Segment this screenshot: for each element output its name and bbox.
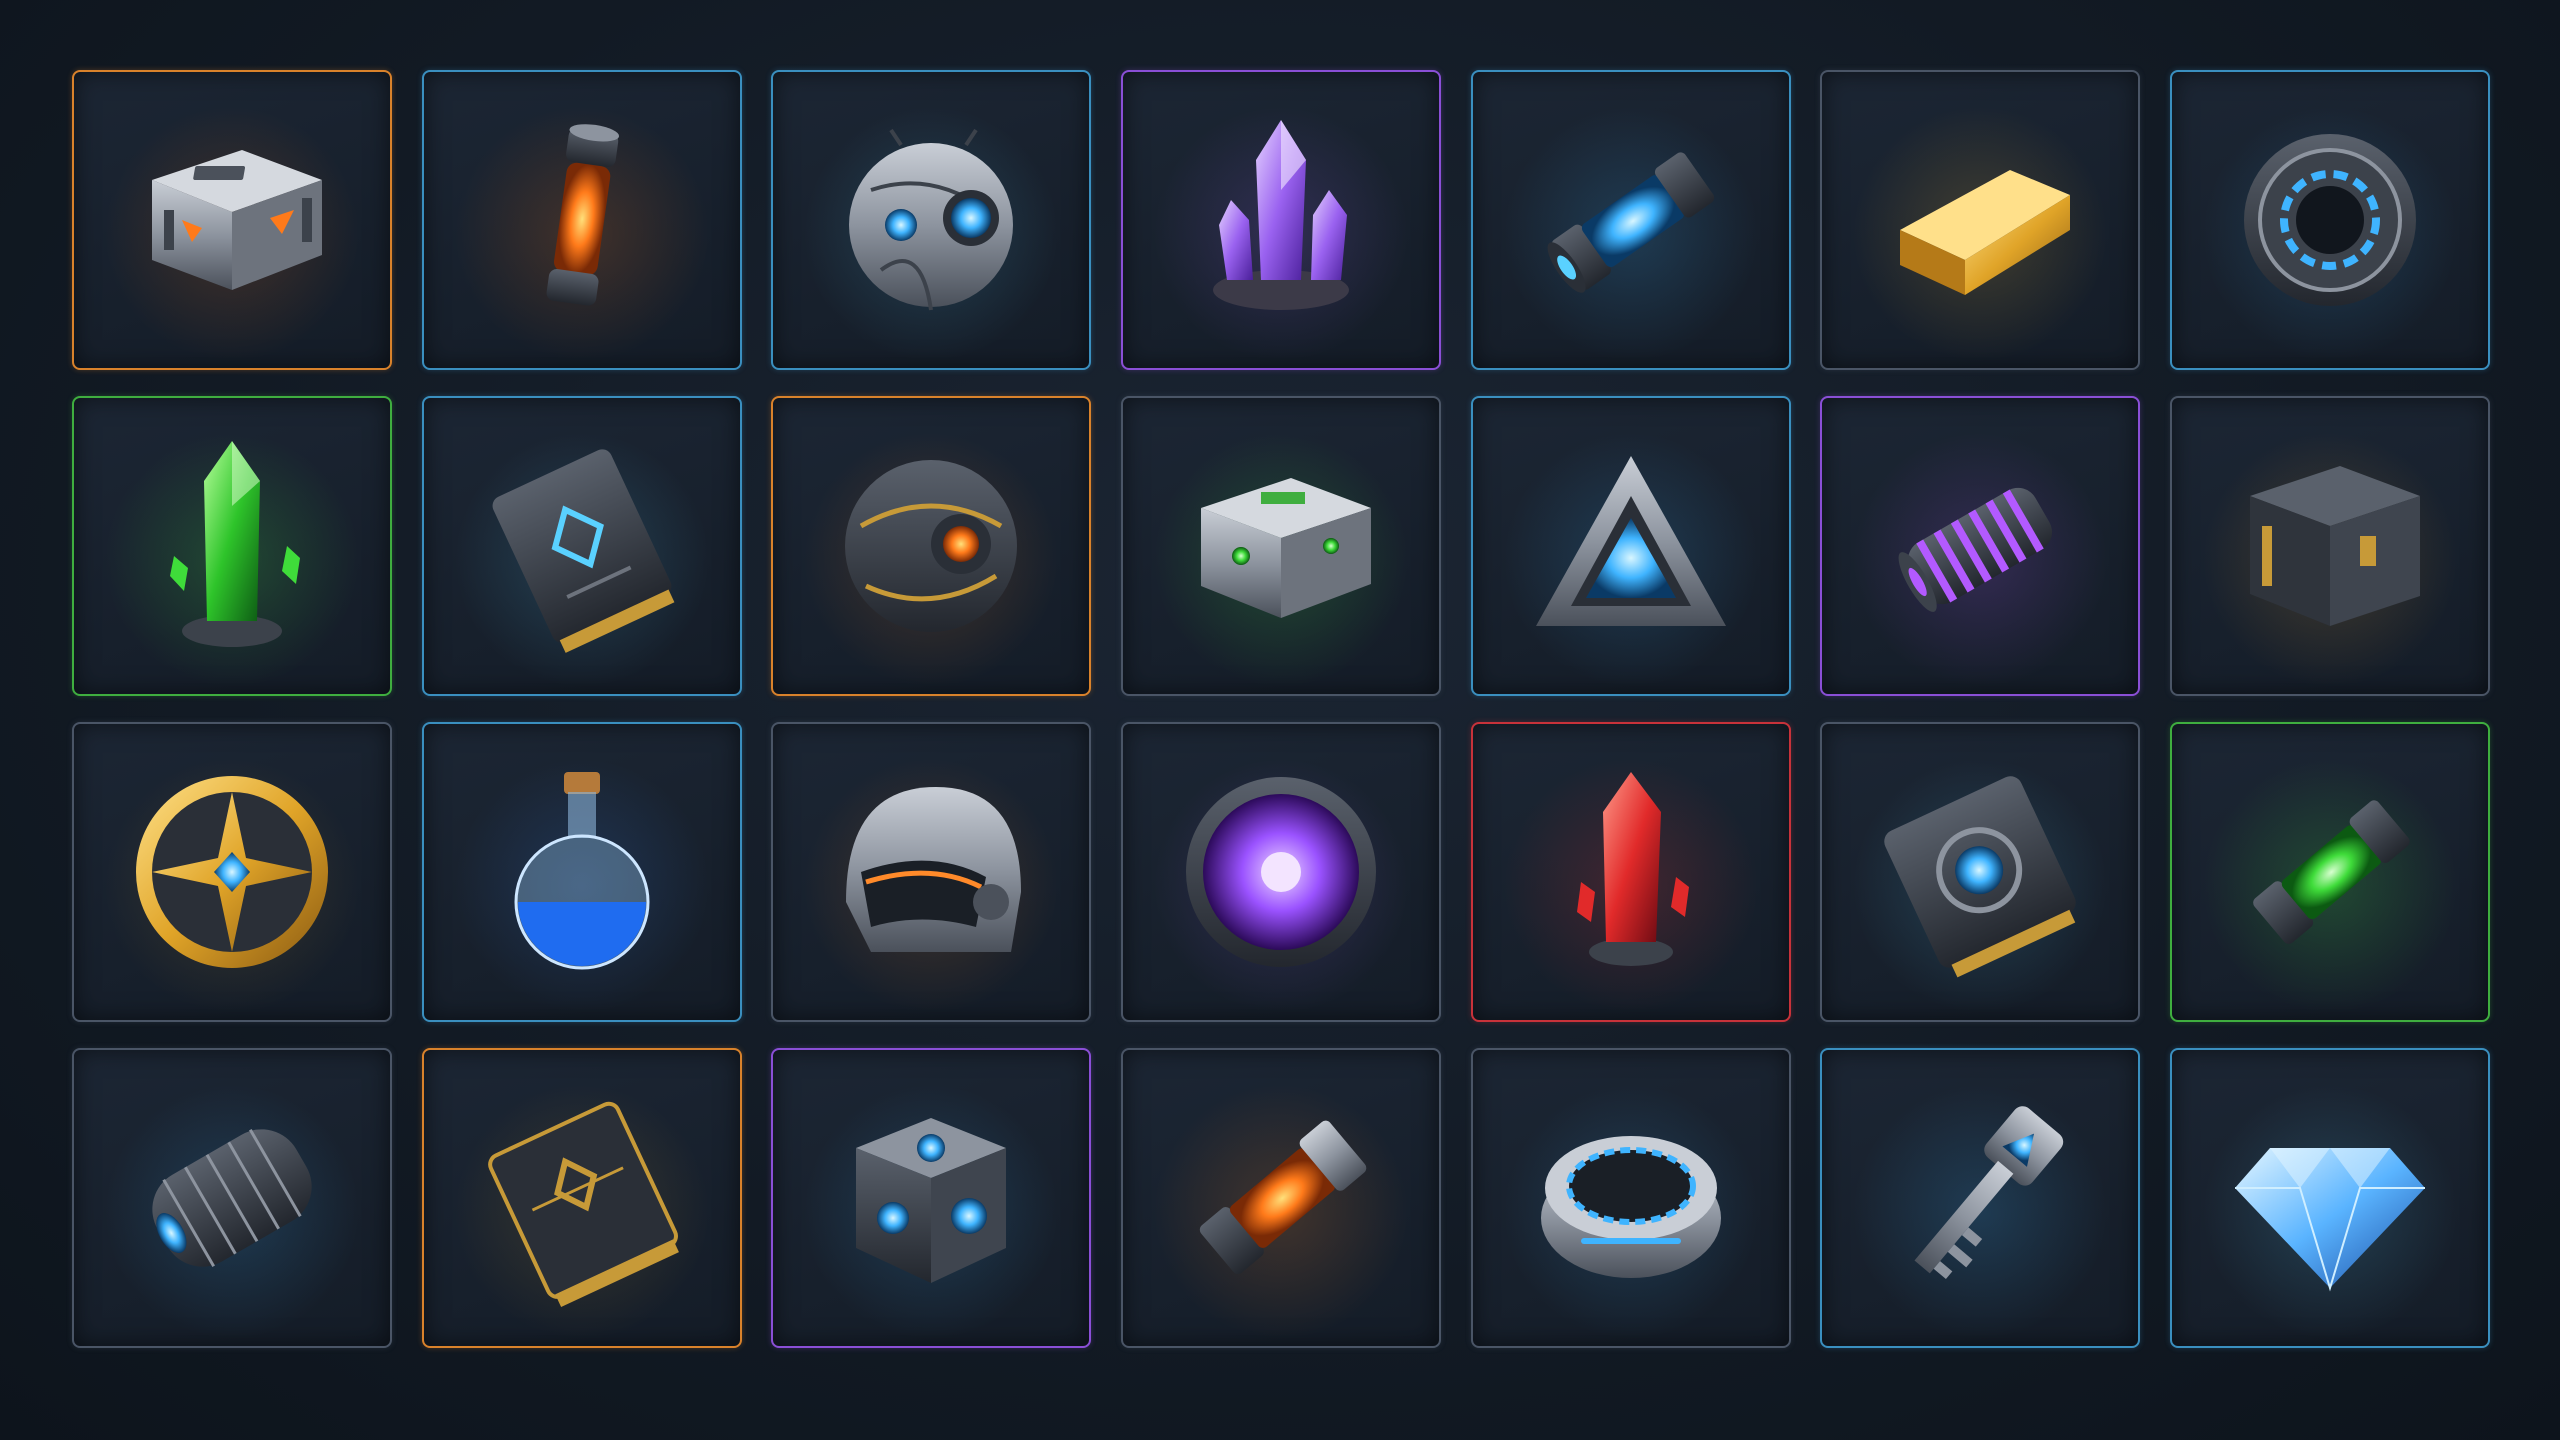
helmet-icon [846, 787, 1022, 952]
slot-data-chip[interactable] [421, 396, 742, 696]
blue-diamond-icon [2235, 1148, 2426, 1292]
slot-green-crystal[interactable] [72, 396, 392, 696]
scrap-capsule-icon [152, 1128, 312, 1268]
slot-blue-disc[interactable] [1470, 1048, 1791, 1348]
slot-blue-potion[interactable] [421, 722, 742, 1022]
supply-crate-icon [152, 150, 322, 290]
circuit-chip-icon [1884, 776, 2077, 978]
slot-void-orb[interactable] [1121, 722, 1442, 1022]
core-orb-icon [845, 460, 1018, 632]
slot-portal-ring[interactable] [2170, 70, 2491, 370]
slot-supply-crate[interactable] [72, 70, 392, 370]
slot-gold-keycard[interactable] [421, 1048, 742, 1348]
slot-compass-medallion[interactable] [72, 722, 392, 1022]
void-orb-icon [1186, 777, 1377, 967]
slot-scrap-capsule[interactable] [72, 1048, 392, 1348]
blue-energy-canister-icon [1547, 152, 1714, 293]
slot-dark-cube-crate[interactable] [2170, 396, 2491, 696]
slot-access-key[interactable] [1820, 1048, 2141, 1348]
slot-triangle-beacon[interactable] [1470, 396, 1791, 696]
orange-fuel-cell-icon [1199, 1120, 1367, 1275]
tech-chest-icon [1201, 478, 1372, 618]
purple-crystal-icon [1213, 120, 1350, 310]
gold-bar-icon [1900, 170, 2071, 295]
power-cube-icon [856, 1118, 1007, 1283]
portal-ring-icon [2244, 134, 2417, 306]
inventory-grid [72, 70, 2491, 1348]
triangle-beacon-icon [1535, 456, 1726, 626]
gold-keycard-icon [487, 1101, 679, 1308]
blue-disc-icon [1540, 1136, 1721, 1278]
slot-robot-orb[interactable] [771, 70, 1092, 370]
robot-orb-icon [849, 128, 1014, 311]
purple-coil-icon [1899, 487, 2053, 612]
slot-core-orb[interactable] [771, 396, 1092, 696]
blue-potion-icon [514, 772, 650, 970]
orange-energy-cell-icon [546, 124, 619, 306]
slot-blue-diamond[interactable] [2170, 1048, 2491, 1348]
slot-orange-fuel-cell[interactable] [1121, 1048, 1442, 1348]
green-energy-cell-icon [2253, 800, 2410, 944]
red-crystal-icon [1576, 772, 1689, 966]
slot-blue-energy-canister[interactable] [1470, 70, 1791, 370]
dark-cube-crate-icon [2250, 466, 2421, 626]
slot-green-energy-cell[interactable] [2170, 722, 2491, 1022]
slot-tech-chest[interactable] [1121, 396, 1442, 696]
slot-power-cube[interactable] [771, 1048, 1092, 1348]
slot-gold-bar[interactable] [1820, 70, 2141, 370]
slot-helmet[interactable] [771, 722, 1092, 1022]
slot-orange-energy-cell[interactable] [421, 70, 742, 370]
data-chip-icon [492, 449, 675, 653]
compass-medallion-icon [136, 776, 328, 968]
slot-circuit-chip[interactable] [1820, 722, 2141, 1022]
slot-red-crystal[interactable] [1470, 722, 1791, 1022]
slot-purple-crystal[interactable] [1121, 70, 1442, 370]
access-key-icon [1914, 1106, 2064, 1280]
green-crystal-icon [170, 441, 300, 647]
slot-purple-coil[interactable] [1820, 396, 2141, 696]
